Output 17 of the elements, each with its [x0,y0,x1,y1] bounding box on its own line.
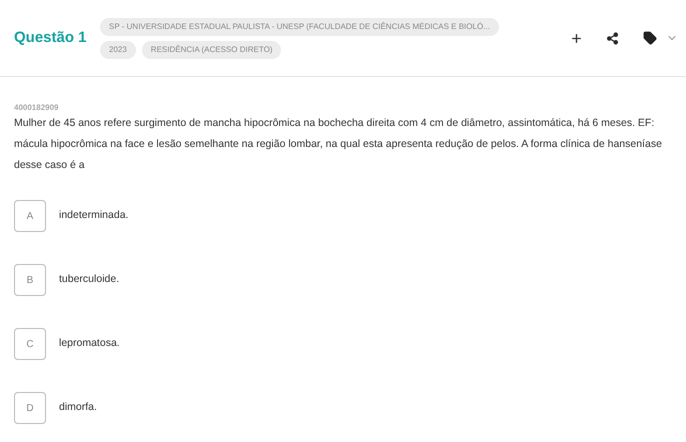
tag: 2023 [100,40,136,58]
tag: SP - UNIVERSIDADE ESTADUAL PAULISTA - UNESP (FACULDADE DE CIÊNCIAS MÉDICAS E BIOLÓ... [100,18,499,36]
question-title: Questão 1 [14,28,88,48]
tag: RESIDÊNCIA (ACESSO DIRETO) [142,40,282,58]
option-letter-button[interactable]: B [14,264,46,296]
option-text[interactable]: indeterminada. [59,208,128,224]
option-letter-button[interactable]: D [14,392,46,424]
option-text[interactable]: tuberculoide. [59,272,120,288]
option-text[interactable]: dimorfa. [59,400,97,416]
share-icon[interactable] [606,32,618,44]
option-letter-button[interactable]: A [14,200,46,232]
tag-icon[interactable] [643,31,657,45]
question-text: Mulher de 45 anos refere surgimento de mancha hipocrômica na bochecha direita com 4 cm de diâmetro, assintomática, há 6 meses. EF: mácula hipocrômica na face e lesão semelhante na região lombar, na qual esta apresenta redução de pelos. A forma clínica de hanseníase desse caso é a [14,116,663,173]
plus-icon[interactable] [570,32,582,44]
option-letter-button[interactable]: C [14,328,46,360]
option-text[interactable]: lepromatosa. [59,336,120,352]
question-id: 4000182909 [14,103,60,113]
